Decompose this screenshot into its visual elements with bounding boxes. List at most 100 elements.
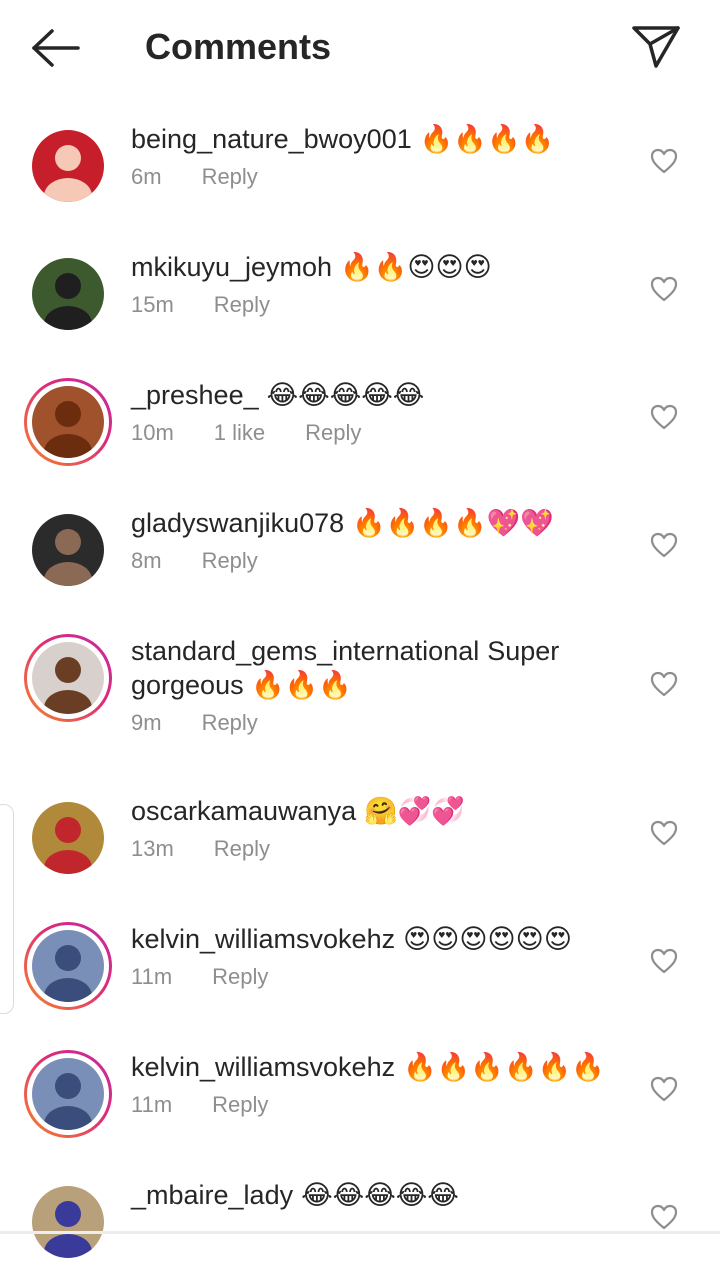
comment-text: kelvin_williamsvokehz 😍😍😍😍😍😍 (131, 922, 631, 956)
avatar-container[interactable] (32, 1186, 104, 1258)
comment-timestamp: 11m (131, 1092, 173, 1117)
comment-meta: 11m Reply (131, 964, 631, 990)
comment-username[interactable]: mkikuyu_jeymoh (131, 252, 332, 282)
avatar[interactable] (32, 258, 104, 330)
comment-username[interactable]: kelvin_williamsvokehz (131, 924, 395, 954)
comment-body: gladyswanjiku078 🔥🔥🔥🔥💖💖 8m Reply (131, 506, 631, 574)
comment-meta: 6m Reply (131, 164, 631, 190)
like-button[interactable] (650, 148, 678, 174)
comment-text: gladyswanjiku078 🔥🔥🔥🔥💖💖 (131, 506, 631, 540)
story-ring[interactable] (24, 922, 112, 1010)
page-title: Comments (145, 26, 332, 67)
comment-row: oscarkamauwanya 🤗💞💞 13m Reply (0, 768, 720, 896)
comment-body: kelvin_williamsvokehz 😍😍😍😍😍😍 11m Reply (131, 922, 631, 990)
like-button[interactable] (650, 276, 678, 302)
comment-body: being_nature_bwoy001 🔥🔥🔥🔥 6m Reply (131, 122, 631, 190)
comment-body: oscarkamauwanya 🤗💞💞 13m Reply (131, 794, 631, 862)
comment-body: kelvin_williamsvokehz 🔥🔥🔥🔥🔥🔥 11m Reply (131, 1050, 631, 1118)
story-ring[interactable] (24, 634, 112, 722)
avatar-container[interactable] (32, 514, 104, 586)
like-button[interactable] (650, 671, 678, 697)
comment-username[interactable]: oscarkamauwanya (131, 796, 356, 826)
avatar[interactable] (32, 642, 104, 714)
comment-content: 😂😂😂😂😂 (301, 1180, 459, 1210)
comment-username[interactable]: kelvin_williamsvokehz (131, 1052, 395, 1082)
top-bar: Comments (0, 0, 720, 96)
comment-row: standard_gems_international Super gorgeou… (0, 608, 720, 768)
like-count[interactable]: 1 like (214, 420, 265, 445)
comment-text: being_nature_bwoy001 🔥🔥🔥🔥 (131, 122, 631, 156)
reply-button[interactable]: Reply (214, 292, 270, 317)
comment-list: being_nature_bwoy001 🔥🔥🔥🔥 6m Reply mkikuyu_j… (0, 96, 720, 1280)
edge-panel-handle[interactable] (0, 804, 14, 1014)
comment-timestamp: 13m (131, 836, 174, 861)
reply-button[interactable]: Reply (212, 964, 268, 989)
heart-icon (650, 404, 678, 430)
avatar[interactable] (32, 130, 104, 202)
heart-icon (650, 671, 678, 697)
like-button[interactable] (650, 532, 678, 558)
comment-meta: 9m Reply (131, 710, 631, 736)
arrow-left-icon (32, 29, 80, 67)
heart-icon (650, 1076, 678, 1102)
reply-button[interactable]: Reply (202, 548, 258, 573)
paper-plane-icon (632, 26, 680, 68)
comment-username[interactable]: gladyswanjiku078 (131, 508, 344, 538)
comment-timestamp: 8m (131, 548, 162, 573)
like-button[interactable] (650, 1204, 678, 1230)
reply-button[interactable]: Reply (212, 1092, 268, 1117)
comment-row: mkikuyu_jeymoh 🔥🔥😍😍😍 15m Reply (0, 224, 720, 352)
comment-row: being_nature_bwoy001 🔥🔥🔥🔥 6m Reply (0, 96, 720, 224)
like-button[interactable] (650, 820, 678, 846)
story-ring[interactable] (24, 1050, 112, 1138)
reply-button[interactable]: Reply (202, 710, 258, 735)
avatar[interactable] (32, 1058, 104, 1130)
comment-content: 🔥🔥🔥🔥💖💖 (352, 508, 554, 538)
reply-button[interactable]: Reply (202, 164, 258, 189)
like-button[interactable] (650, 1076, 678, 1102)
reply-button[interactable]: Reply (214, 836, 270, 861)
avatar-container[interactable] (32, 802, 104, 874)
like-button[interactable] (650, 404, 678, 430)
avatar[interactable] (32, 1186, 104, 1258)
back-button[interactable] (30, 28, 82, 68)
comment-body: standard_gems_international Super gorgeou… (131, 634, 631, 736)
comment-text: _mbaire_lady 😂😂😂😂😂 (131, 1178, 631, 1212)
comment-content: 🔥🔥🔥🔥 (419, 124, 555, 154)
reply-button[interactable]: Reply (305, 420, 361, 445)
comment-body: _preshee_ 😂😂😂😂😂 10m 1 like Reply (131, 378, 631, 446)
like-button[interactable] (650, 948, 678, 974)
comment-username[interactable]: _mbaire_lady (131, 1180, 293, 1210)
comment-username[interactable]: _preshee_ (131, 380, 259, 410)
comment-username[interactable]: standard_gems_international (131, 636, 479, 666)
comment-row: _preshee_ 😂😂😂😂😂 10m 1 like Reply (0, 352, 720, 480)
story-ring[interactable] (24, 378, 112, 466)
comment-body: mkikuyu_jeymoh 🔥🔥😍😍😍 15m Reply (131, 250, 631, 318)
heart-icon (650, 532, 678, 558)
share-button[interactable] (630, 22, 682, 70)
heart-icon (650, 820, 678, 846)
comment-content: 😂😂😂😂😂 (266, 380, 425, 410)
avatar-container[interactable] (32, 130, 104, 202)
comment-timestamp: 9m (131, 710, 162, 735)
comment-timestamp: 11m (131, 964, 173, 989)
avatar[interactable] (32, 386, 104, 458)
comment-meta: 15m Reply (131, 292, 631, 318)
avatar[interactable] (32, 802, 104, 874)
comment-text: kelvin_williamsvokehz 🔥🔥🔥🔥🔥🔥 (131, 1050, 631, 1084)
avatar[interactable] (32, 514, 104, 586)
heart-icon (650, 148, 678, 174)
comment-row: kelvin_williamsvokehz 🔥🔥🔥🔥🔥🔥 11m Reply (0, 1024, 720, 1152)
comment-timestamp: 6m (131, 164, 162, 189)
comment-meta: 13m Reply (131, 836, 631, 862)
comment-body: _mbaire_lady 😂😂😂😂😂 (131, 1178, 631, 1212)
comment-text: mkikuyu_jeymoh 🔥🔥😍😍😍 (131, 250, 631, 284)
comment-timestamp: 15m (131, 292, 174, 317)
avatar-container[interactable] (32, 258, 104, 330)
comment-row: gladyswanjiku078 🔥🔥🔥🔥💖💖 8m Reply (0, 480, 720, 608)
avatar[interactable] (32, 930, 104, 1002)
comment-content: 😍😍😍😍😍😍 (403, 924, 572, 954)
comment-meta: 11m Reply (131, 1092, 631, 1118)
comment-username[interactable]: being_nature_bwoy001 (131, 124, 412, 154)
comment-text: oscarkamauwanya 🤗💞💞 (131, 794, 631, 828)
